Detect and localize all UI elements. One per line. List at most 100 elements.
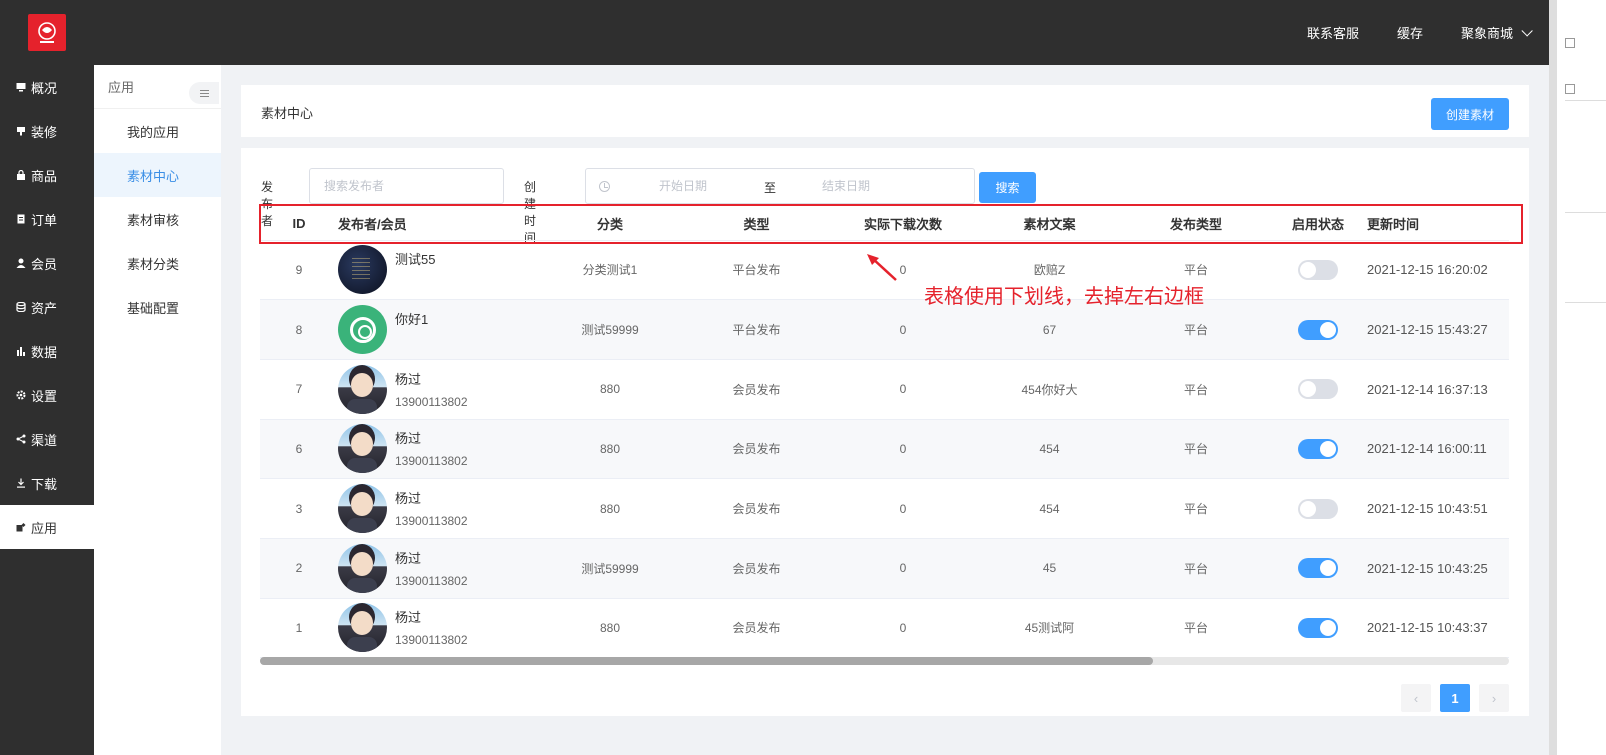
cell-status: [1269, 359, 1367, 420]
avatar[interactable]: [338, 364, 387, 414]
cell-type: 会员发布: [683, 598, 830, 659]
enable-toggle[interactable]: [1298, 319, 1338, 340]
sidebar-item-label: 数据: [31, 344, 58, 360]
next-page-button[interactable]: ›: [1479, 684, 1509, 712]
cell-updated: 2021-12-15 15:43:27: [1367, 299, 1509, 360]
bar-chart-icon: [16, 346, 26, 356]
create-material-button[interactable]: 创建素材: [1431, 98, 1509, 130]
camera-aperture-icon: [349, 316, 376, 343]
cell-copy: 454: [976, 478, 1123, 539]
sidebar-item-settings[interactable]: 设置: [0, 373, 94, 417]
avatar[interactable]: [338, 245, 387, 295]
top-bar: 联系客服 缓存 聚象商城: [0, 0, 1549, 65]
date-range-separator: 至: [764, 181, 777, 195]
cell-id: 2: [260, 538, 338, 599]
cell-id: 7: [260, 359, 338, 420]
shop-name: 聚象商城: [1460, 26, 1513, 41]
column-header-status[interactable]: 启用状态: [1269, 208, 1367, 241]
pagination: ‹ 1 ›: [1392, 684, 1509, 712]
download-icon: [16, 478, 26, 488]
avatar[interactable]: [338, 424, 387, 474]
avatar[interactable]: [338, 305, 387, 355]
contact-service-link[interactable]: 联系客服: [1307, 23, 1359, 42]
main-content: 素材中心 创建素材 发布者 创建时间 至 搜索: [221, 65, 1549, 755]
search-button[interactable]: 搜索: [979, 172, 1036, 203]
cell-category: 测试59999: [537, 299, 683, 360]
brand-logo[interactable]: [28, 14, 66, 51]
sidebar-item-download[interactable]: 下载: [0, 461, 94, 505]
avatar[interactable]: [338, 543, 387, 593]
subnav-item-basic-config[interactable]: 基础配置: [94, 285, 221, 329]
end-date-input[interactable]: [822, 169, 942, 203]
publisher-name: 杨过: [395, 371, 422, 387]
subnav-item-material-review[interactable]: 素材审核: [94, 197, 221, 241]
sidebar-item-assets[interactable]: 资产: [0, 285, 94, 329]
panel-divider: [1565, 302, 1606, 303]
column-header-publisher[interactable]: 发布者/会员: [338, 208, 537, 241]
subnav-item-material-category[interactable]: 素材分类: [94, 241, 221, 285]
scrollbar-thumb[interactable]: [260, 657, 1153, 665]
cell-publish-type: 平台: [1123, 538, 1269, 599]
column-header-id[interactable]: ID: [260, 208, 338, 241]
cell-category: 880: [537, 478, 683, 539]
publisher-info: 杨过 13900113802: [338, 543, 537, 593]
cell-status: [1269, 598, 1367, 659]
cache-link[interactable]: 缓存: [1397, 23, 1423, 42]
subnav-item-my-apps[interactable]: 我的应用: [94, 109, 221, 153]
enable-toggle[interactable]: [1298, 259, 1338, 280]
enable-toggle[interactable]: [1298, 438, 1338, 459]
secondary-sidebar-header: 应用: [94, 65, 221, 109]
column-header-type[interactable]: 类型: [683, 208, 830, 241]
date-range-picker[interactable]: 至: [585, 168, 975, 204]
cell-id: 9: [260, 240, 338, 301]
cell-category: 分类测试1: [537, 240, 683, 301]
publisher-phone: 13900113802: [395, 454, 468, 469]
column-header-downloads[interactable]: 实际下载次数: [830, 208, 976, 241]
toggle-knob: [1300, 261, 1316, 278]
cell-status: [1269, 538, 1367, 599]
start-date-input[interactable]: [659, 169, 749, 203]
avatar[interactable]: [338, 603, 387, 653]
sidebar-item-decoration[interactable]: 装修: [0, 109, 94, 153]
cell-publish-type: 平台: [1123, 598, 1269, 659]
collapse-menu-button[interactable]: [189, 82, 219, 104]
cell-downloads: 0: [830, 598, 976, 659]
user-icon: [16, 258, 26, 268]
sidebar-item-label: 装修: [31, 124, 58, 140]
horizontal-scrollbar[interactable]: [260, 657, 1509, 665]
sidebar-item-products[interactable]: 商品: [0, 153, 94, 197]
avatar[interactable]: [338, 484, 387, 534]
cell-id: 1: [260, 598, 338, 659]
sidebar-item-overview[interactable]: 概况: [0, 65, 94, 109]
publisher-info: 杨过 13900113802: [338, 424, 537, 474]
prev-page-button[interactable]: ‹: [1401, 684, 1431, 712]
cell-downloads: 0: [830, 478, 976, 539]
shop-switcher[interactable]: 聚象商城: [1460, 23, 1533, 42]
cell-publisher: 杨过 13900113802: [338, 419, 537, 480]
cell-status: [1269, 478, 1367, 539]
sidebar-item-data[interactable]: 数据: [0, 329, 94, 373]
enable-toggle[interactable]: [1298, 558, 1338, 579]
column-header-category[interactable]: 分类: [537, 208, 683, 241]
subnav-item-material-center[interactable]: 素材中心: [94, 153, 221, 197]
column-header-publish-type[interactable]: 发布类型: [1123, 208, 1269, 241]
publisher-text: 杨过 13900113802: [395, 544, 468, 588]
sidebar-item-apps[interactable]: 应用: [0, 505, 94, 549]
enable-toggle[interactable]: [1298, 379, 1338, 400]
publisher-search-field[interactable]: [309, 168, 504, 204]
sidebar-item-channels[interactable]: 渠道: [0, 417, 94, 461]
publisher-name: 杨过: [395, 550, 422, 566]
page-number-current[interactable]: 1: [1440, 684, 1470, 712]
enable-toggle[interactable]: [1298, 617, 1338, 638]
cell-publish-type: 平台: [1123, 359, 1269, 420]
column-header-copy[interactable]: 素材文案: [976, 208, 1123, 241]
sidebar-item-members[interactable]: 会员: [0, 241, 94, 285]
sidebar-item-orders[interactable]: 订单: [0, 197, 94, 241]
side-panel-edge: [1549, 0, 1606, 755]
cell-updated: 2021-12-14 16:00:11: [1367, 419, 1509, 480]
enable-toggle[interactable]: [1298, 498, 1338, 519]
publisher-search-input[interactable]: [324, 169, 494, 203]
panel-divider: [1565, 100, 1606, 101]
publisher-name: 杨过: [395, 610, 422, 626]
column-header-updated[interactable]: 更新时间: [1367, 208, 1509, 241]
